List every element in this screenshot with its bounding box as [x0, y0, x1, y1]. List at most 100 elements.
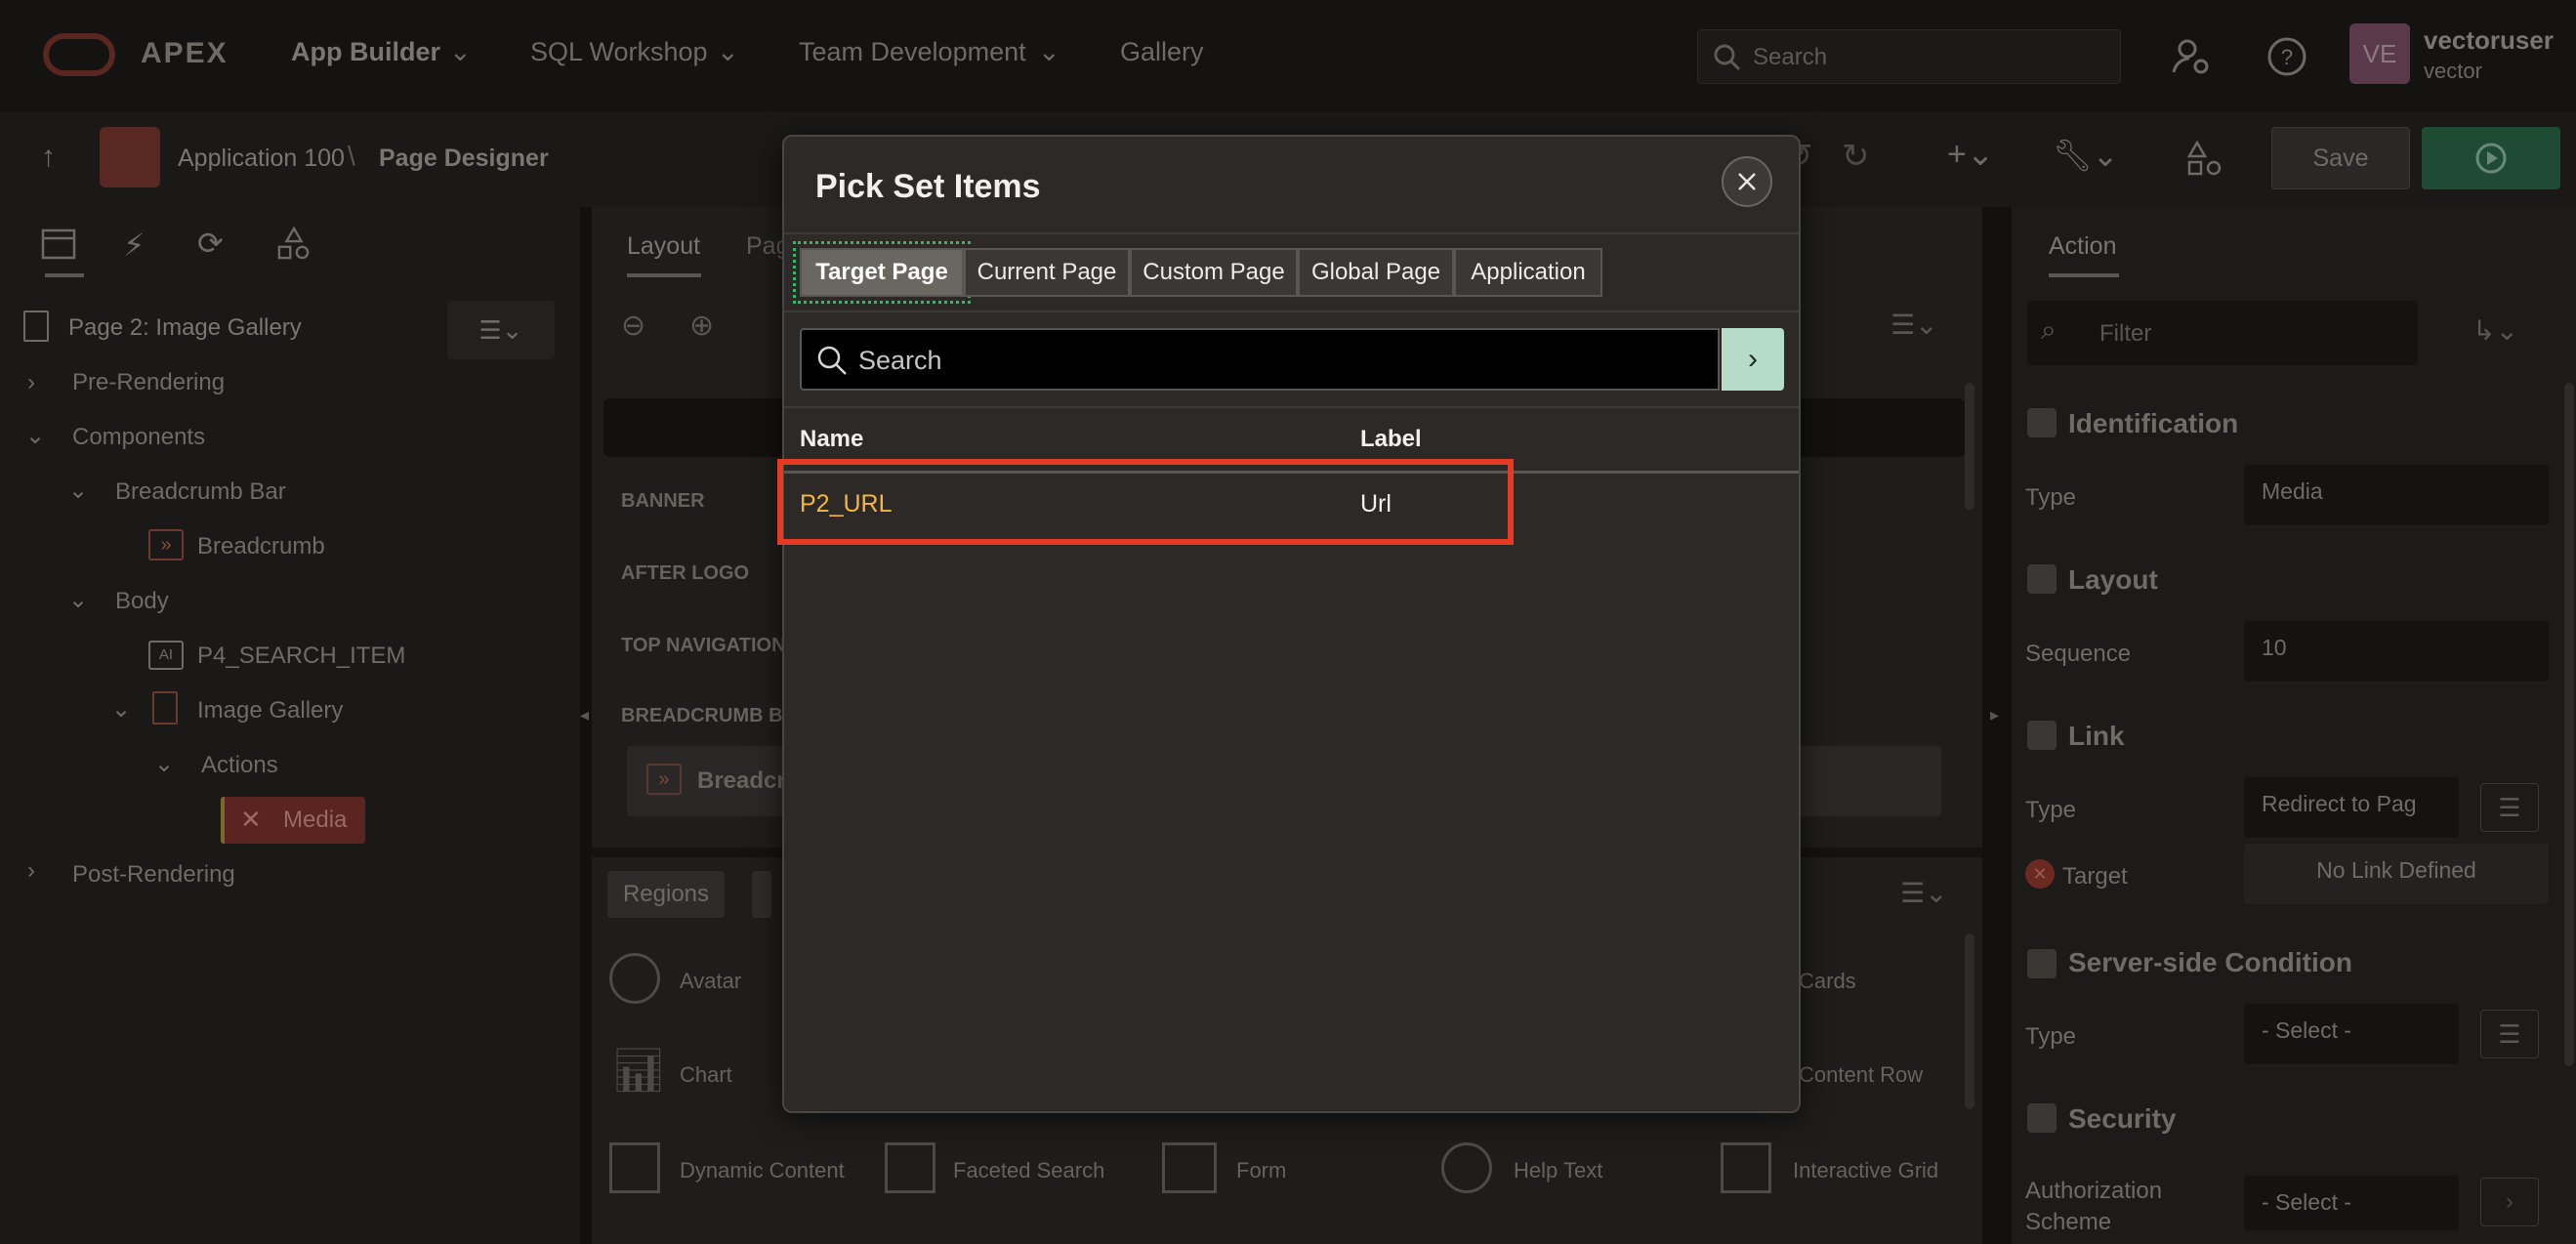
apex-brand[interactable]: APEX: [141, 37, 229, 70]
utilities-wrench-icon[interactable]: 🔧︎⌄: [2053, 137, 2118, 174]
section-link[interactable]: Link: [2068, 721, 2125, 752]
zoom-out-icon[interactable]: ⊖: [621, 309, 645, 343]
up-arrow-icon[interactable]: ↑: [41, 141, 56, 174]
list-icon[interactable]: ☰: [2480, 783, 2539, 832]
tree-node-components[interactable]: Components: [72, 424, 205, 451]
sequence-input[interactable]: 10: [2244, 621, 2549, 682]
position-banner: BANNER: [621, 490, 705, 512]
shared-components-icon[interactable]: [2187, 141, 2223, 176]
tree-node-actions[interactable]: Actions: [201, 752, 278, 779]
tab-current-page[interactable]: Current Page: [964, 248, 1130, 297]
identification-type-select[interactable]: Media: [2244, 465, 2549, 525]
nav-team-development[interactable]: Team Development: [799, 37, 1026, 67]
collapse-condition-checkbox[interactable]: [2027, 949, 2057, 978]
admin-user-icon[interactable]: [2170, 35, 2213, 78]
page-title[interactable]: Page 2: Image Gallery: [68, 314, 302, 342]
interactive-grid-icon: [1721, 1142, 1771, 1193]
chevron-right-icon[interactable]: ›: [2480, 1178, 2539, 1226]
gallery-item-cards[interactable]: Cards: [1799, 969, 1856, 994]
tree-node-pre-rendering[interactable]: Pre-Rendering: [72, 369, 225, 396]
redo-icon[interactable]: ↻: [1842, 137, 1870, 176]
close-button[interactable]: [1722, 156, 1772, 207]
tree-node-body[interactable]: Body: [115, 588, 169, 615]
tab-regions[interactable]: Regions: [607, 871, 725, 918]
chevron-right-icon[interactable]: ›: [27, 369, 35, 396]
list-icon[interactable]: ☰: [2480, 1010, 2539, 1058]
link-target-button[interactable]: No Link Defined: [2244, 844, 2549, 904]
breadcrumb-application[interactable]: Application 100: [178, 145, 345, 173]
tab-action[interactable]: Action: [2049, 232, 2116, 261]
layout-scrollbar[interactable]: [1965, 383, 1974, 510]
gallery-item-form[interactable]: Form: [1236, 1158, 1286, 1183]
chevron-down-icon[interactable]: ⌄: [68, 586, 88, 614]
tree-node-breadcrumb[interactable]: Breadcrumb: [197, 533, 325, 560]
gallery-item-interactive-grid[interactable]: Interactive Grid: [1793, 1158, 1938, 1183]
shared-components-tab-icon[interactable]: [277, 227, 311, 260]
create-menu-icon[interactable]: +⌄: [1947, 135, 1994, 174]
gallery-menu-icon[interactable]: ☰⌄: [1900, 877, 1948, 909]
global-search-box[interactable]: Search: [1697, 29, 2121, 84]
tab-items[interactable]: [752, 871, 771, 918]
search-go-button[interactable]: ›: [1722, 328, 1784, 391]
property-scrollbar[interactable]: [2564, 383, 2574, 1066]
collapse-layout-checkbox[interactable]: [2027, 564, 2057, 594]
zoom-in-icon[interactable]: ⊕: [689, 309, 714, 343]
tree-node-breadcrumb-bar[interactable]: Breadcrumb Bar: [115, 478, 286, 506]
tree-node-media-selected[interactable]: ✕ Media: [221, 797, 365, 844]
nav-gallery[interactable]: Gallery: [1120, 37, 1204, 67]
tab-target-page[interactable]: Target Page: [793, 241, 971, 304]
go-to-group-icon[interactable]: ↳⌄: [2472, 314, 2518, 347]
chevron-down-icon[interactable]: ⌄: [25, 422, 45, 450]
column-header-name[interactable]: Name: [800, 426, 863, 453]
help-icon[interactable]: ?: [2265, 35, 2308, 78]
chevron-down-icon[interactable]: ⌄: [68, 477, 88, 505]
section-server-side-condition[interactable]: Server-side Condition: [2068, 947, 2352, 978]
collapse-security-checkbox[interactable]: [2027, 1103, 2057, 1133]
authorization-scheme-select[interactable]: - Select -: [2244, 1176, 2459, 1230]
tab-custom-page[interactable]: Custom Page: [1130, 248, 1298, 297]
gallery-item-dynamic-content[interactable]: Dynamic Content: [680, 1158, 845, 1183]
section-security[interactable]: Security: [2068, 1103, 2177, 1135]
search-input[interactable]: Search: [800, 328, 1720, 391]
nav-app-builder[interactable]: App Builder: [291, 37, 440, 67]
tab-application[interactable]: Application: [1454, 248, 1602, 297]
tree-menu-button[interactable]: ☰⌄: [447, 301, 555, 359]
tree-node-p4-search-item[interactable]: P4_SEARCH_ITEM: [197, 643, 405, 670]
gallery-item-help-text[interactable]: Help Text: [1514, 1158, 1602, 1183]
section-layout[interactable]: Layout: [2068, 564, 2158, 596]
section-identification[interactable]: Identification: [2068, 408, 2238, 439]
oracle-logo-icon[interactable]: [43, 33, 115, 76]
filter-input[interactable]: ⌕ Filter: [2027, 301, 2418, 365]
rendering-tab-icon[interactable]: [41, 228, 76, 260]
save-button[interactable]: Save: [2271, 127, 2410, 189]
chevron-down-icon: ⌄: [717, 37, 739, 66]
column-header-label[interactable]: Label: [1360, 426, 1422, 453]
dynamic-actions-tab-icon[interactable]: ⚡︎: [123, 227, 145, 264]
breadcrumb-page-designer: Page Designer: [379, 145, 549, 172]
gallery-item-avatar[interactable]: Avatar: [680, 969, 741, 994]
chevron-down-icon[interactable]: ⌄: [111, 695, 131, 724]
chevron-right-icon[interactable]: ›: [27, 857, 35, 885]
collapse-link-checkbox[interactable]: [2027, 721, 2057, 750]
tree-node-post-rendering[interactable]: Post-Rendering: [72, 861, 235, 889]
nav-sql-workshop[interactable]: SQL Workshop: [530, 37, 708, 67]
gallery-item-faceted-search[interactable]: Faceted Search: [953, 1158, 1104, 1183]
condition-type-select[interactable]: - Select -: [2244, 1004, 2459, 1064]
user-name[interactable]: vectoruser: [2424, 25, 2554, 56]
chevron-down-icon[interactable]: ⌄: [154, 750, 174, 778]
gallery-item-chart[interactable]: Chart: [680, 1062, 732, 1088]
right-splitter[interactable]: ▸: [1982, 207, 2012, 1244]
tab-layout[interactable]: Layout: [627, 232, 700, 261]
link-type-select[interactable]: Redirect to Pag: [2244, 777, 2459, 838]
run-page-button[interactable]: [2422, 127, 2560, 189]
left-splitter[interactable]: ◂: [580, 207, 592, 1244]
layout-menu-icon[interactable]: ☰⌄: [1890, 309, 1938, 341]
tab-global-page[interactable]: Global Page: [1298, 248, 1454, 297]
gallery-item-content-row[interactable]: Content Row: [1799, 1062, 1923, 1088]
breadcrumb-separator: \: [348, 141, 355, 171]
processing-tab-icon[interactable]: ⟳: [197, 225, 224, 262]
user-avatar[interactable]: VE: [2349, 23, 2410, 84]
gallery-scrollbar[interactable]: [1965, 933, 1974, 1109]
tree-node-image-gallery[interactable]: Image Gallery: [197, 697, 343, 725]
collapse-identification-checkbox[interactable]: [2027, 408, 2057, 437]
